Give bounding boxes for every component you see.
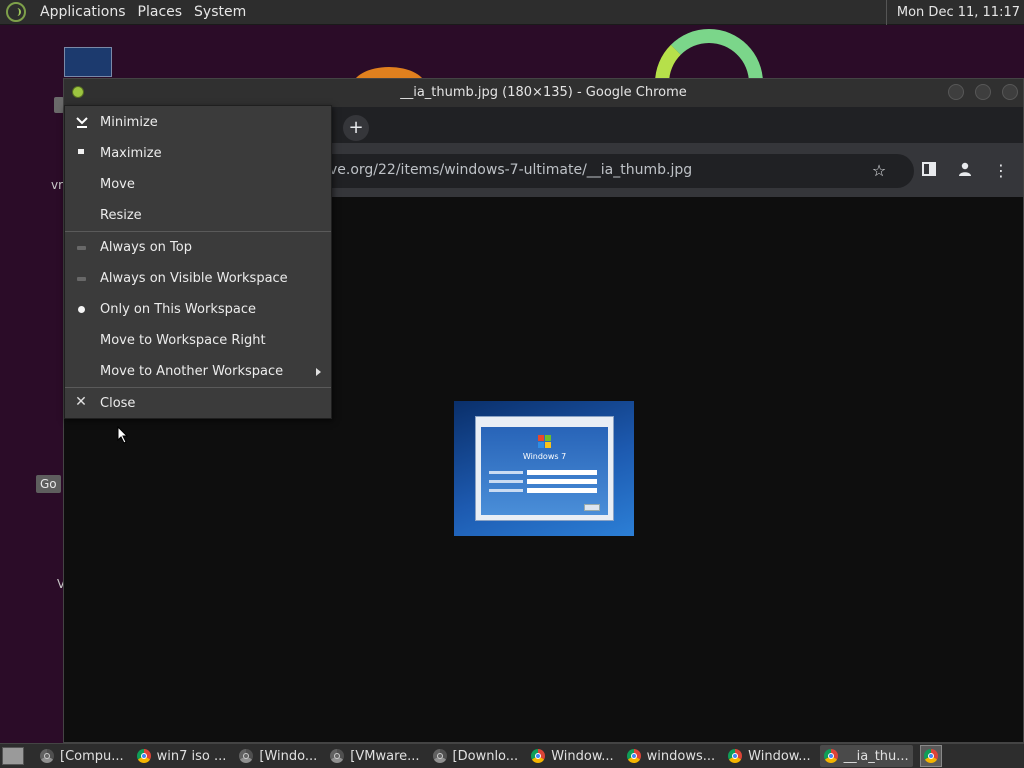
applications-menu[interactable]: Applications [34,4,132,20]
distro-logo-icon[interactable] [6,2,26,22]
taskbar-item[interactable]: [Windo... [235,745,321,767]
chrome-icon [136,749,151,763]
dialog-field-label [489,480,523,483]
taskbar-item[interactable]: win7 iso ... [133,745,231,767]
dialog-field [527,470,597,475]
taskbar-item[interactable]: [Compu... [36,745,128,767]
windows-flag-icon [538,435,552,449]
new-tab-button[interactable]: + [343,115,369,141]
chrome-icon [626,749,641,763]
places-menu[interactable]: Places [132,4,189,20]
menu-item-label: Only on This Workspace [100,302,256,317]
chrome-icon [330,749,345,763]
radio-selected-icon [78,306,85,313]
chrome-icon [823,749,838,763]
menu-item-label: Always on Visible Workspace [100,271,288,286]
workspace-switcher[interactable] [919,745,942,767]
taskbar-item[interactable]: Window... [724,745,814,767]
windows7-thumbnail-image: Windows 7 [454,401,634,536]
menu-item-only-on-this-workspace[interactable]: Only on This Workspace [65,294,331,325]
dialog-field [527,488,597,493]
submenu-arrow-icon [316,368,321,376]
clock[interactable]: Mon Dec 11, 11:17 [885,0,1024,25]
top-panel: Applications Places System Mon Dec 11, 1… [0,0,1024,25]
window-titlebar[interactable]: __ia_thumb.jpg (180×135) - Google Chrome [64,79,1023,107]
system-menu[interactable]: System [188,4,252,20]
taskbar-item-label: win7 iso ... [156,748,227,764]
mouse-cursor-icon [117,426,129,444]
taskbar-item-label: [Downlo... [452,748,519,764]
menu-item-move-to-workspace-right[interactable]: Move to Workspace Right [65,325,331,356]
address-bar-url[interactable]: ve.org/22/items/windows-7-ultimate/__ia_… [329,162,692,178]
menu-item-always-on-top[interactable]: Always on Top [65,232,331,263]
taskbar-item[interactable]: [Downlo... [429,745,523,767]
menu-item-move[interactable]: Move [65,169,331,200]
chrome-icon [432,749,447,763]
profile-icon-glyph [959,162,971,176]
chrome-icon [728,749,743,763]
menu-item-label: Move [100,177,135,192]
maximize-square-icon [78,149,84,154]
desktop-icon-label[interactable]: vr [51,178,63,192]
menu-item-label: Minimize [100,115,158,130]
window-menu: Minimize Maximize Move Resize Always on … [64,105,332,419]
menu-item-always-on-visible-workspace[interactable]: Always on Visible Workspace [65,263,331,294]
menu-item-label: Move to Another Workspace [100,364,284,379]
taskbar-item-label: [Compu... [60,748,124,764]
taskbar-item-active[interactable]: __ia_thu... [819,745,913,767]
dialog-field [527,479,597,484]
taskbar-item[interactable]: Window... [527,745,617,767]
side-panel-icon[interactable] [919,161,939,181]
chrome-menu-icon[interactable]: ⋮ [991,161,1011,181]
taskbar: [Compu... win7 iso ... [Windo... [VMware… [0,743,1024,768]
install-dialog: Windows 7 [475,416,614,521]
minimize-window-icon[interactable] [948,84,964,100]
bookmark-star-icon[interactable]: ☆ [869,161,889,181]
taskbar-item-label: [Windo... [259,748,318,764]
taskbar-item-label: [VMware... [350,748,420,764]
chrome-icon [239,749,254,763]
menu-item-resize[interactable]: Resize [65,200,331,231]
taskbar-item-label: Window... [551,748,614,764]
taskbar-item-label: Window... [748,748,811,764]
chrome-icon [40,749,54,763]
menu-item-maximize[interactable]: Maximize [65,138,331,169]
taskbar-item-label: __ia_thu... [843,748,909,764]
side-panel-icon-glyph [922,162,936,176]
chrome-icon [531,749,546,763]
menu-item-label: Resize [100,208,142,223]
menu-item-label: Close [100,396,136,411]
close-x-icon: ✕ [75,394,87,410]
profile-icon[interactable] [955,161,975,181]
desktop-icon-label[interactable]: Go [36,475,61,493]
menu-item-label: Always on Top [100,240,192,255]
taskbar-item-label: windows... [646,748,716,764]
unchecked-indicator-icon [77,246,86,250]
minimize-chevron-icon [75,116,88,128]
menu-item-minimize[interactable]: Minimize [65,107,331,138]
taskbar-item[interactable]: [VMware... [326,745,423,767]
dialog-field-label [489,471,523,474]
menu-item-move-to-another-workspace[interactable]: Move to Another Workspace [65,356,331,387]
unchecked-indicator-icon [77,277,86,281]
desktop-thumbnail-icon[interactable] [64,47,112,77]
dialog-next-button [584,504,600,511]
chrome-icon [923,749,938,763]
install-dialog-body: Windows 7 [481,427,608,515]
close-window-icon[interactable] [1002,84,1018,100]
menu-item-close[interactable]: ✕ Close [65,388,331,419]
menu-item-label: Maximize [100,146,162,161]
window-title: __ia_thumb.jpg (180×135) - Google Chrome [400,85,687,100]
menu-item-label: Move to Workspace Right [100,333,266,348]
maximize-window-icon[interactable] [975,84,991,100]
dialog-field-label [489,489,523,492]
taskbar-item[interactable]: windows... [623,745,720,767]
windows7-caption: Windows 7 [522,452,567,461]
show-desktop-icon[interactable] [2,747,24,765]
